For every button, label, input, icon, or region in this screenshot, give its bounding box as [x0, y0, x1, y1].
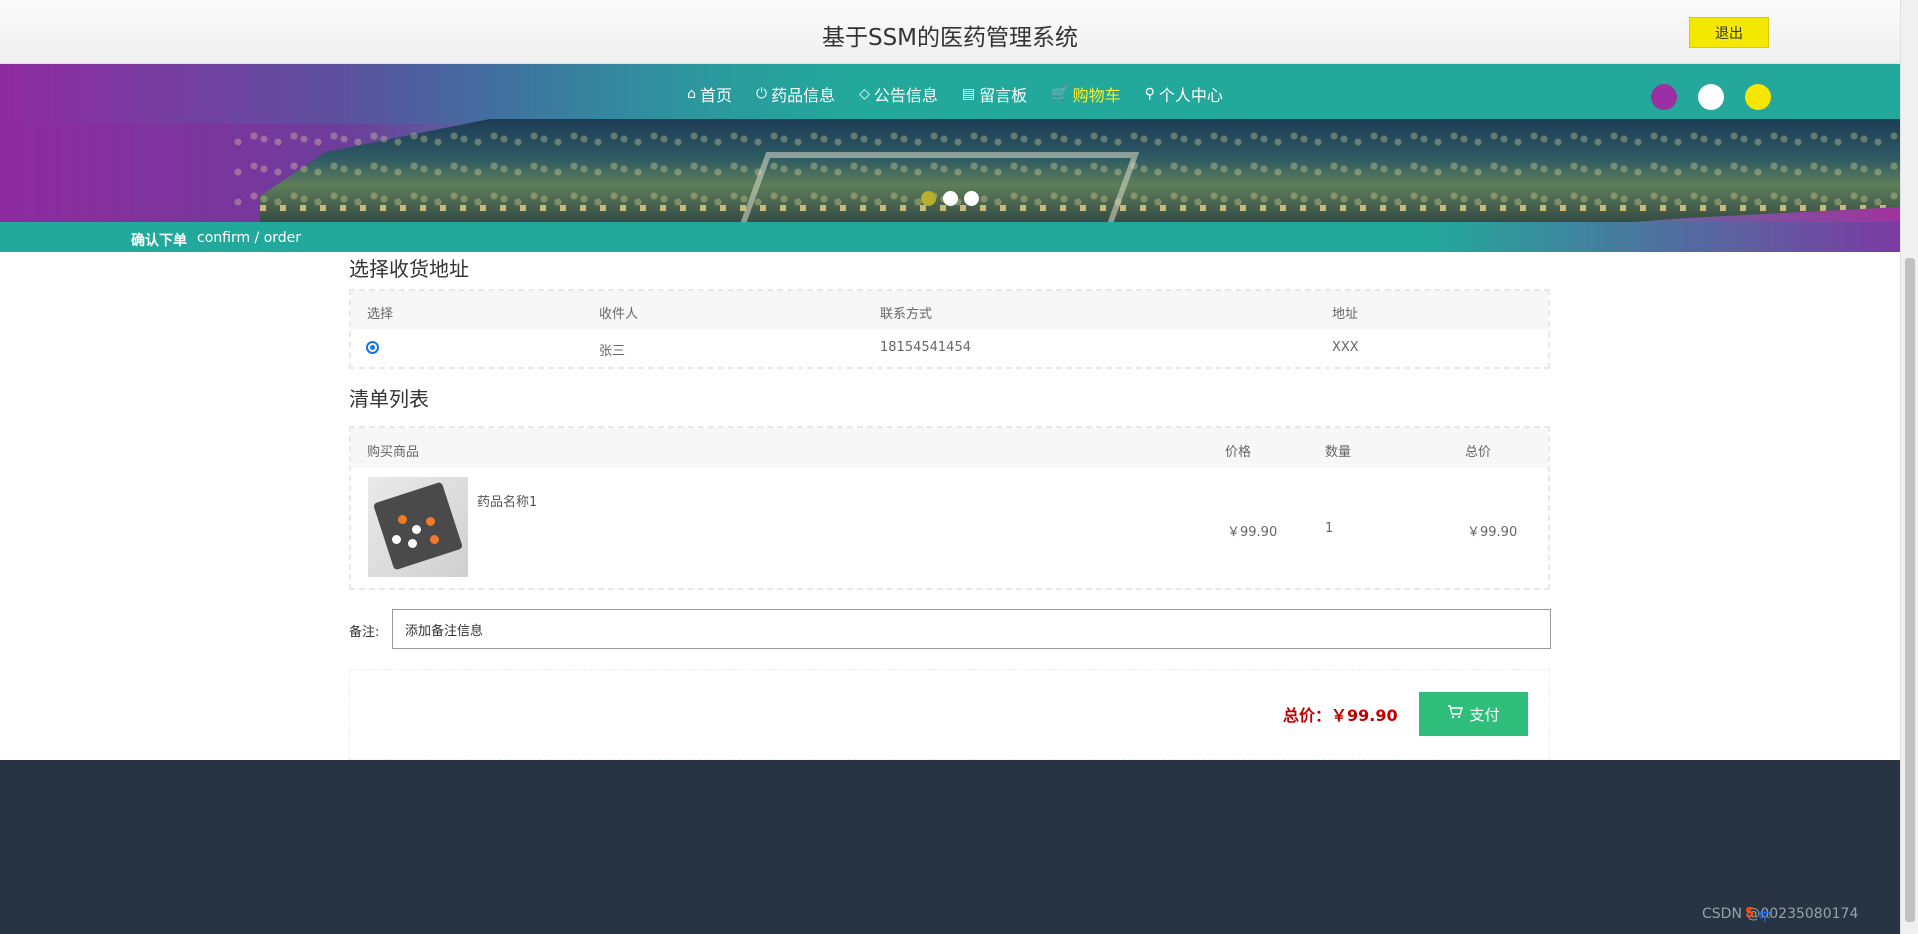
main-nav: ⌂ 首页 ⏻ 药品信息 ◇ 公告信息 ▤ 留言板 🛒 购物车 ⚲ 个人中心 — [0, 64, 1900, 124]
theme-white-button[interactable] — [1698, 84, 1724, 110]
nav-item-label: 首页 — [700, 86, 733, 105]
table-row: 药品名称1 ￥99.90 1 ￥99.90 — [351, 428, 1548, 592]
ime-lang: 中 — [1758, 910, 1772, 925]
top-bar: 基于SSM的医药管理系统 退出 — [0, 0, 1900, 64]
ime-toolbar[interactable]: S 中 — [1745, 906, 1771, 925]
user-icon: ⚲ — [1144, 86, 1155, 102]
table-row[interactable]: 张三 18154541454 XXX — [351, 329, 1548, 367]
nav-item-label: 购物车 — [1072, 86, 1121, 105]
recipient-address: XXX — [1332, 340, 1359, 355]
scrollbar-thumb[interactable] — [1905, 258, 1915, 922]
header-select: 选择 — [367, 307, 394, 322]
clipboard-icon: ▤ — [961, 86, 976, 102]
product-image[interactable] — [368, 477, 468, 577]
breadcrumb-subtitle: confirm / order — [197, 230, 302, 246]
nav-item-5[interactable]: ⚲ 个人中心 — [1133, 82, 1235, 106]
slider-dot-1[interactable] — [921, 191, 936, 206]
theme-purple-button[interactable] — [1651, 84, 1677, 110]
total-price: 总价：￥99.90 — [1283, 706, 1398, 725]
theme-yellow-button[interactable] — [1745, 84, 1771, 110]
address-radio[interactable] — [366, 341, 379, 354]
address-table: 选择 收件人 联系方式 地址 张三 18154541454 XXX — [349, 289, 1550, 369]
ime-brand-icon: S — [1745, 906, 1755, 921]
cart-icon — [1447, 705, 1464, 723]
nav-item-label: 药品信息 — [771, 86, 836, 105]
product-quantity: 1 — [1325, 521, 1334, 536]
remark-input[interactable] — [392, 609, 1551, 649]
nav-item-label: 个人中心 — [1158, 86, 1223, 105]
product-name[interactable]: 药品名称1 — [477, 491, 537, 510]
header-recipient: 收件人 — [599, 307, 639, 322]
order-table: 购买商品 价格 数量 总价 药品名称1 ￥99.90 1 ￥99.90 — [349, 426, 1550, 590]
power-icon: ⏻ — [756, 86, 768, 102]
address-table-header: 选择 收件人 联系方式 地址 — [351, 291, 1548, 329]
home-icon: ⌂ — [687, 86, 696, 102]
slider-dot-2[interactable] — [943, 191, 958, 206]
nav-item-2[interactable]: ◇ 公告信息 — [847, 82, 950, 106]
nav-item-3[interactable]: ▤ 留言板 — [950, 82, 1039, 106]
logout-button[interactable]: 退出 — [1689, 17, 1769, 48]
nav-item-1[interactable]: ⏻ 药品信息 — [744, 82, 847, 106]
address-section-title: 选择收货地址 — [349, 257, 469, 281]
breadcrumb: 确认下单 confirm / order — [131, 230, 301, 250]
cart-icon: 🛒 — [1051, 86, 1069, 102]
recipient-name: 张三 — [599, 344, 626, 359]
scrollbar[interactable] — [1900, 0, 1918, 934]
remark-label: 备注: — [349, 625, 380, 640]
tag-icon: ◇ — [859, 86, 870, 102]
csdn-watermark: CSDN @00235080174 — [1702, 906, 1859, 922]
nav-item-label: 公告信息 — [873, 86, 938, 105]
breadcrumb-title: 确认下单 — [131, 233, 187, 249]
nav-item-4[interactable]: 🛒 购物车 — [1039, 82, 1132, 106]
pay-button[interactable]: 支付 — [1419, 692, 1528, 736]
pay-label: 支付 — [1469, 705, 1500, 724]
product-subtotal: ￥99.90 — [1467, 525, 1518, 540]
header-phone: 联系方式 — [880, 307, 933, 322]
banner: ⌂ 首页 ⏻ 药品信息 ◇ 公告信息 ▤ 留言板 🛒 购物车 ⚲ 个人中心 — [0, 64, 1900, 252]
header-address: 地址 — [1332, 307, 1359, 322]
footer — [0, 760, 1900, 934]
nav-item-label: 留言板 — [979, 86, 1028, 105]
slider-dot-3[interactable] — [964, 191, 979, 206]
recipient-phone: 18154541454 — [880, 340, 971, 355]
nav-item-0[interactable]: ⌂ 首页 — [675, 82, 744, 106]
product-price: ￥99.90 — [1227, 525, 1278, 540]
site-title: 基于SSM的医药管理系统 — [821, 25, 1079, 51]
order-section-title: 清单列表 — [349, 387, 429, 411]
